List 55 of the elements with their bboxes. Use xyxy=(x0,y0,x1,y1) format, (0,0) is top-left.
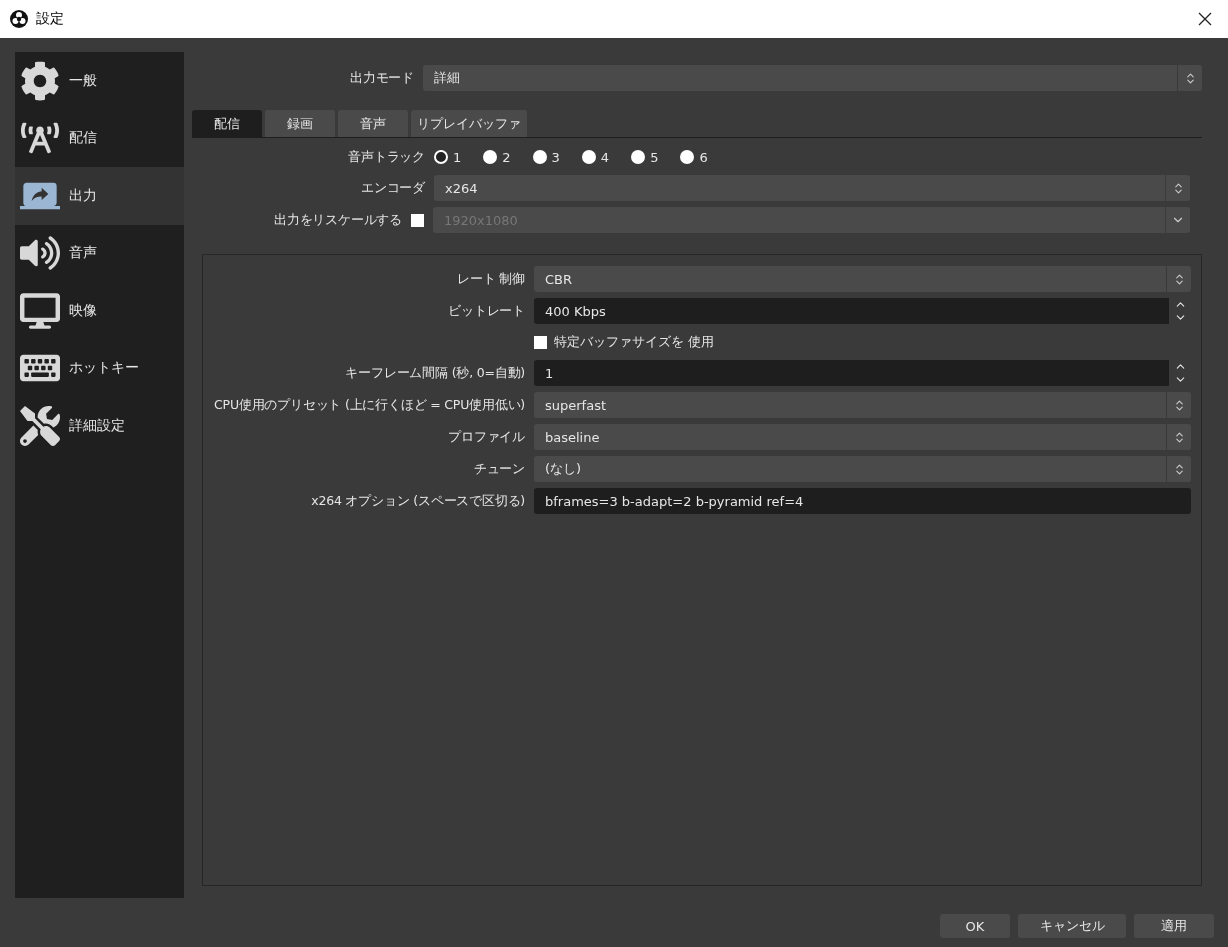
radio-button[interactable] xyxy=(532,150,547,164)
tab[interactable]: リプレイバッファ xyxy=(411,110,527,137)
dialog-button[interactable]: 適用 xyxy=(1134,914,1214,938)
radio-button[interactable] xyxy=(483,150,498,164)
radio-label: 4 xyxy=(600,149,610,165)
close-icon xyxy=(1198,12,1212,26)
dropdown-field[interactable]: (なし) xyxy=(534,456,1191,482)
tab[interactable]: 配信 xyxy=(192,110,262,137)
radio-button[interactable] xyxy=(581,150,596,164)
field-label: 出力モード xyxy=(349,69,414,87)
field-label: ビットレート xyxy=(447,302,525,320)
sidebar-item[interactable]: ホットキー xyxy=(15,339,184,397)
dropdown-field[interactable]: x264 xyxy=(434,175,1190,201)
gear-icon xyxy=(20,60,60,101)
spin-field[interactable]: 400 Kbps xyxy=(534,298,1191,324)
tab[interactable]: 音声 xyxy=(338,110,408,137)
tools-icon xyxy=(20,405,60,446)
field-label: 出力をリスケールする xyxy=(273,211,402,229)
radio-label: 5 xyxy=(650,149,659,165)
monitor-icon xyxy=(20,290,60,331)
sidebar-item[interactable]: 出力 xyxy=(15,167,184,225)
tab[interactable]: 録画 xyxy=(265,110,335,137)
radio-button[interactable] xyxy=(434,150,448,164)
window-title: 設定 xyxy=(36,10,65,28)
sidebar-item[interactable]: 音声 xyxy=(15,224,184,282)
field-label: 音声トラック xyxy=(347,148,425,166)
field-label: プロファイル xyxy=(447,428,525,446)
checkbox-label: 特定バッファサイズを 使用 xyxy=(554,333,715,351)
field-label: チューン xyxy=(472,460,525,478)
sidebar-item[interactable]: 詳細設定 xyxy=(15,397,184,455)
dropdown-field[interactable]: baseline xyxy=(534,424,1191,450)
radio-button[interactable] xyxy=(680,150,695,164)
field-label: x264 オプション (スペースで区切る) xyxy=(310,492,525,510)
checkbox[interactable] xyxy=(411,213,424,227)
radio-label: 3 xyxy=(551,149,560,165)
sidebar-item[interactable]: 配信 xyxy=(15,109,184,167)
radio-label: 2 xyxy=(502,149,511,165)
sidebar-item[interactable]: 一般 xyxy=(15,52,184,110)
dropdown-field[interactable]: CBR xyxy=(534,266,1191,292)
app-logo-icon xyxy=(10,10,28,28)
sidebar-item[interactable]: 映像 xyxy=(15,282,184,340)
dialog-button[interactable]: キャンセル xyxy=(1018,914,1126,938)
spin-field[interactable]: 1 xyxy=(534,360,1191,386)
field-label: レート 制御 xyxy=(456,270,525,288)
field-label: エンコーダ xyxy=(360,179,425,197)
radio-label: 6 xyxy=(699,149,708,165)
dialog-button[interactable]: OK xyxy=(940,914,1010,938)
field-label: CPU使用のプリセット (上に行くほど = CPU使用低い) xyxy=(213,396,525,414)
radio-label: 1 xyxy=(453,149,462,165)
dropdown-field[interactable]: superfast xyxy=(534,392,1191,418)
text-field[interactable]: bframes=3 b-adapt=2 b-pyramid ref=4 xyxy=(534,488,1191,514)
radio-button[interactable] xyxy=(631,150,646,164)
field-label: キーフレーム間隔 (秒, 0=自動) xyxy=(344,364,525,382)
dropdown-field[interactable]: 詳細 xyxy=(423,65,1202,91)
checkbox[interactable] xyxy=(534,335,547,349)
